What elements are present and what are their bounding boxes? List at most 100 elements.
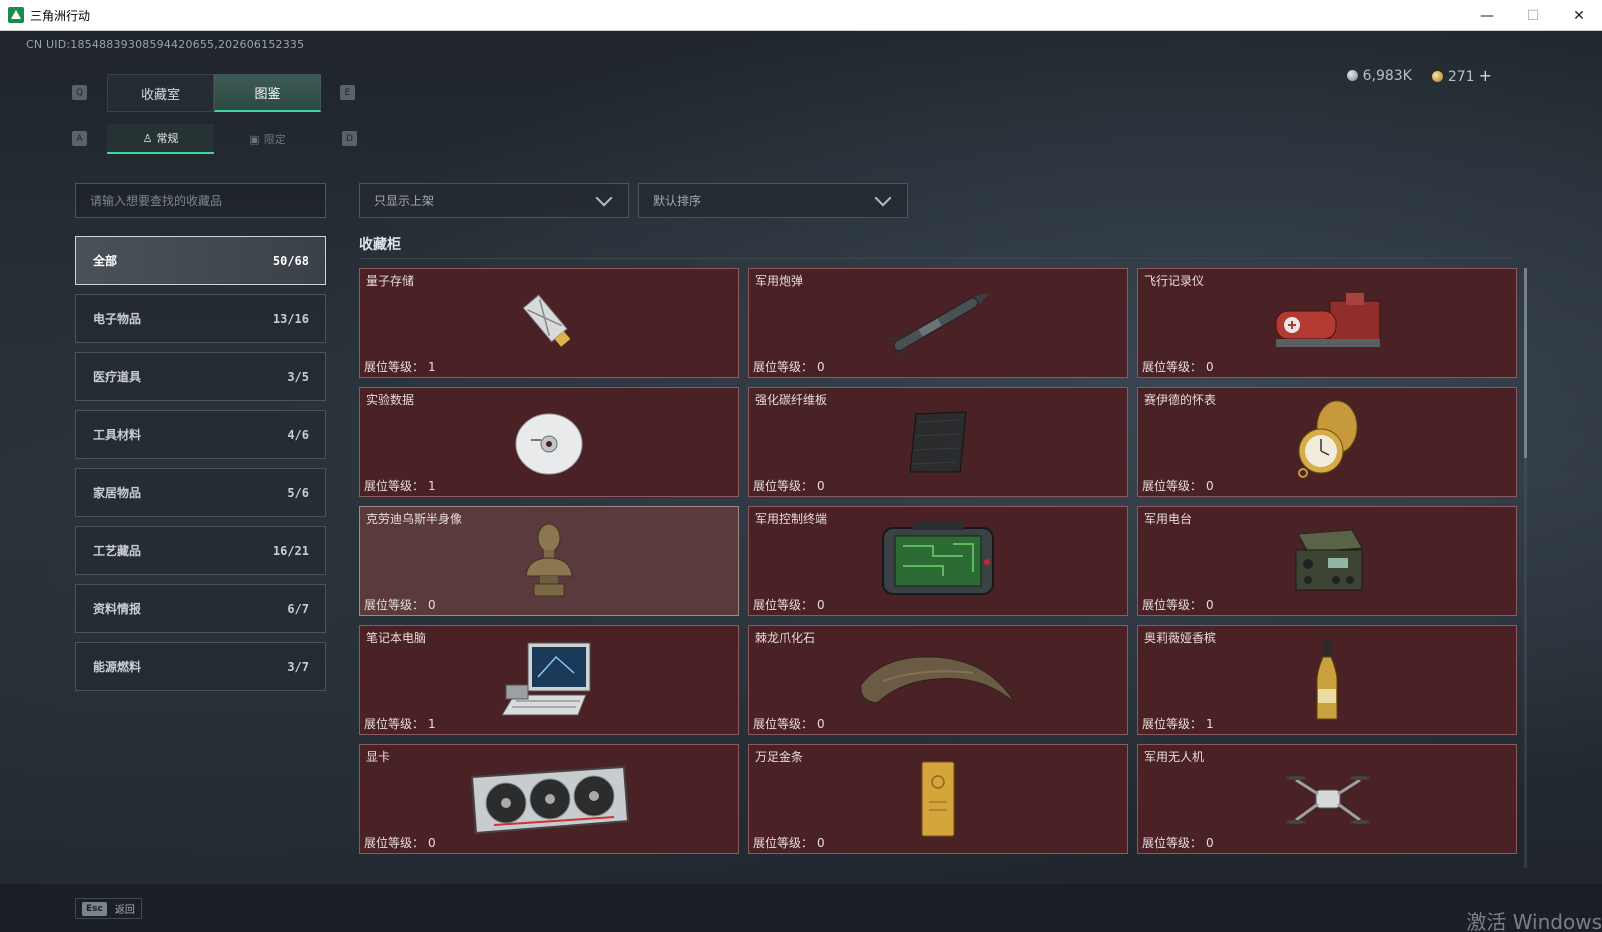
level-label: 展位等级： xyxy=(364,717,425,731)
item-card[interactable]: 笔记本电脑 展位等级： 1 xyxy=(359,625,739,735)
back-button[interactable]: Esc 返回 xyxy=(75,898,142,919)
item-card[interactable]: 显卡 展位等级： 0 xyxy=(359,744,739,854)
champagne-icon xyxy=(1316,639,1338,720)
item-level: 展位等级： 0 xyxy=(1142,596,1214,613)
item-name: 强化碳纤维板 xyxy=(755,393,828,407)
item-level: 展位等级： 0 xyxy=(364,834,436,851)
item-name: 实验数据 xyxy=(366,393,415,407)
category-count: 50/68 xyxy=(272,253,309,268)
hotkey-d: D xyxy=(342,131,357,146)
tab-regular-label: 常规 xyxy=(156,132,179,145)
item-level: 展位等级： 1 xyxy=(364,477,436,494)
category-count: 16/21 xyxy=(272,543,309,558)
tab-limited[interactable]: ▣ 限定 xyxy=(214,124,321,154)
app-logo-icon xyxy=(8,7,24,23)
item-card[interactable]: 军用炮弹 展位等级： 0 xyxy=(748,268,1128,378)
category-count: 4/6 xyxy=(287,427,309,442)
level-label: 展位等级： xyxy=(1142,360,1203,374)
level-label: 展位等级： xyxy=(753,717,814,731)
maximize-button[interactable]: ☐ xyxy=(1510,0,1556,31)
scrollbar-thumb[interactable] xyxy=(1524,268,1527,458)
level-label: 展位等级： xyxy=(753,360,814,374)
hotkey-e: E xyxy=(340,85,355,100)
item-card[interactable]: 奥莉薇娅香槟 展位等级： 1 xyxy=(1137,625,1517,735)
item-name: 军用控制终端 xyxy=(755,512,828,526)
item-card[interactable]: 军用电台 展位等级： 0 xyxy=(1137,506,1517,616)
laptop-icon xyxy=(501,642,591,716)
category-medical[interactable]: 医疗道具 3/5 xyxy=(75,352,326,401)
category-count: 3/7 xyxy=(287,659,309,674)
close-button[interactable]: ✕ xyxy=(1556,0,1602,31)
grid-scrollbar[interactable] xyxy=(1524,268,1527,868)
item-card[interactable]: 赛伊德的怀表 展位等级： 0 xyxy=(1137,387,1517,497)
level-value: 0 xyxy=(817,360,825,374)
sort-dropdown[interactable]: 默认排序 xyxy=(638,183,908,218)
minimize-button[interactable]: — xyxy=(1464,0,1510,31)
item-card[interactable]: 实验数据 展位等级： 1 xyxy=(359,387,739,497)
image-icon: ▣ xyxy=(249,132,260,146)
item-card[interactable]: 棘龙爪化石 展位等级： 0 xyxy=(748,625,1128,735)
category-all[interactable]: 全部 50/68 xyxy=(75,236,326,285)
window-titlebar: 三角洲行动 — ☐ ✕ xyxy=(0,0,1602,31)
category-household[interactable]: 家居物品 5/6 xyxy=(75,468,326,517)
currency-bar: 6,983K 271 + xyxy=(1346,66,1492,85)
category-label: 全部 xyxy=(93,254,118,268)
chevron-down-icon xyxy=(595,189,613,206)
tab-catalog[interactable]: 图鉴 xyxy=(214,74,321,112)
back-label: 返回 xyxy=(114,905,135,916)
tab-collection-room[interactable]: 收藏室 xyxy=(107,74,214,112)
item-card[interactable]: 强化碳纤维板 展位等级： 0 xyxy=(748,387,1128,497)
gold-amount: 271 xyxy=(1447,69,1475,85)
item-card[interactable]: 军用无人机 展位等级： 0 xyxy=(1137,744,1517,854)
category-fuel[interactable]: 能源燃料 3/7 xyxy=(75,642,326,691)
category-electronics[interactable]: 电子物品 13/16 xyxy=(75,294,326,343)
level-label: 展位等级： xyxy=(1142,479,1203,493)
item-name: 军用电台 xyxy=(1144,512,1193,526)
missile-icon xyxy=(883,293,990,363)
category-count: 13/16 xyxy=(272,311,309,326)
item-name: 笔记本电脑 xyxy=(366,631,427,645)
item-card[interactable]: 军用控制终端 展位等级： 0 xyxy=(748,506,1128,616)
item-name: 飞行记录仪 xyxy=(1144,274,1205,288)
shelf-filter-value: 只显示上架 xyxy=(374,194,435,208)
main-tabs: 收藏室 图鉴 xyxy=(107,74,321,112)
shelf-filter-dropdown[interactable]: 只显示上架 xyxy=(359,183,629,218)
item-card[interactable]: 量子存储 展位等级： 1 xyxy=(359,268,739,378)
tab-limited-label: 限定 xyxy=(263,133,286,146)
item-name: 军用无人机 xyxy=(1144,750,1205,764)
item-level: 展位等级： 1 xyxy=(364,715,436,732)
drone-icon xyxy=(1286,776,1370,824)
level-value: 0 xyxy=(1206,479,1214,493)
window-title: 三角洲行动 xyxy=(30,8,91,23)
category-count: 5/6 xyxy=(287,485,309,500)
level-label: 展位等级： xyxy=(364,836,425,850)
search-input[interactable]: 请输入想要查找的收藏品 xyxy=(75,183,326,218)
category-tools[interactable]: 工具材料 4/6 xyxy=(75,410,326,459)
category-count: 3/5 xyxy=(287,369,309,384)
level-label: 展位等级： xyxy=(364,479,425,493)
item-grid-viewport[interactable]: 量子存储 展位等级： 1 军用炮弹 展位等级： 0 飞行记录仪 展位等级： 0 … xyxy=(359,268,1529,879)
level-label: 展位等级： xyxy=(753,479,814,493)
level-value: 0 xyxy=(428,598,436,612)
item-card[interactable]: 飞行记录仪 展位等级： 0 xyxy=(1137,268,1517,378)
gold-bar-icon xyxy=(921,761,955,837)
category-intel[interactable]: 资料情报 6/7 xyxy=(75,584,326,633)
section-divider xyxy=(359,258,1514,259)
item-level: 展位等级： 0 xyxy=(753,834,825,851)
control-terminal-icon xyxy=(882,522,994,595)
level-value: 0 xyxy=(1206,836,1214,850)
category-label: 家居物品 xyxy=(93,486,142,500)
item-name: 棘龙爪化石 xyxy=(755,631,816,645)
item-name: 万足金条 xyxy=(755,750,804,764)
gold-coin-icon xyxy=(1431,71,1443,82)
tab-regular[interactable]: ♙ 常规 xyxy=(107,124,214,154)
category-list: 全部 50/68 电子物品 13/16 医疗道具 3/5 工具材料 4/6 家居物品 5/… xyxy=(75,236,326,700)
add-currency-button[interactable]: + xyxy=(1479,66,1492,85)
item-card[interactable]: 克劳迪乌斯半身像 展位等级： 0 xyxy=(359,506,739,616)
category-label: 电子物品 xyxy=(93,312,142,326)
claw-fossil-icon xyxy=(860,656,1016,704)
item-card[interactable]: 万足金条 展位等级： 0 xyxy=(748,744,1128,854)
level-label: 展位等级： xyxy=(753,836,814,850)
category-crafts[interactable]: 工艺藏品 16/21 xyxy=(75,526,326,575)
item-name: 赛伊德的怀表 xyxy=(1144,393,1217,407)
